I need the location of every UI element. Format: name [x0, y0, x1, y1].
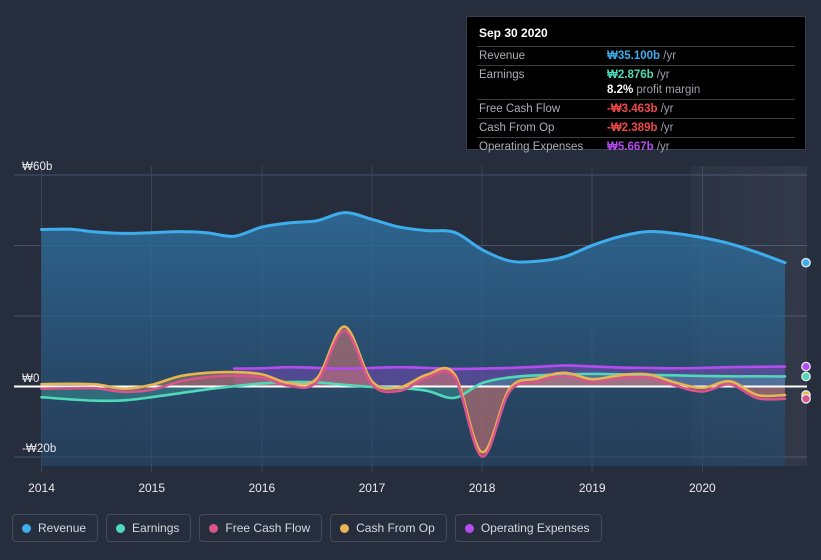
endpoint-marker-free-cash-flow[interactable]	[802, 395, 810, 403]
tooltip-metric-label: Cash From Op	[477, 119, 605, 138]
x-axis-tick-label: 2020	[689, 481, 716, 495]
y-axis-tick-label: -₩20b	[22, 443, 56, 455]
tooltip-metric-value: -₩2.389b /yr	[605, 119, 795, 138]
legend-item-earnings[interactable]: Earnings	[106, 514, 191, 542]
legend-item-revenue[interactable]: Revenue	[12, 514, 98, 542]
legend-color-dot-icon	[116, 524, 125, 533]
y-axis-tick-label: ₩60b	[22, 161, 52, 173]
tooltip-metric-label: Operating Expenses	[477, 138, 605, 157]
tooltip-amount: ₩2.876b	[607, 69, 654, 81]
series-areas	[42, 213, 785, 486]
data-tooltip: Sep 30 2020 Revenue₩35.100b /yrEarnings₩…	[466, 16, 806, 150]
tooltip-metric-label: Earnings	[477, 66, 605, 85]
chart-legend[interactable]: Revenue Earnings Free Cash Flow Cash From O…	[12, 514, 602, 542]
legend-item-operating-expenses[interactable]: Operating Expenses	[455, 514, 602, 542]
endpoint-marker-earnings[interactable]	[802, 372, 810, 380]
tooltip-metric-value: ₩5.667b /yr	[605, 138, 795, 157]
tooltip-row: Free Cash Flow-₩3.463b /yr	[477, 100, 795, 119]
tooltip-unit: /yr	[658, 122, 674, 134]
x-axis-tick-label: 2015	[138, 481, 165, 495]
tooltip-spacer	[477, 84, 605, 100]
chart-page: ₩60b ₩0 -₩20b 2014 2015 2016 2017 2018 2019 2020…	[0, 0, 821, 560]
tooltip-row: Cash From Op-₩2.389b /yr	[477, 119, 795, 138]
x-axis-tick-label: 2017	[359, 481, 386, 495]
legend-label: Operating Expenses	[481, 521, 590, 535]
legend-color-dot-icon	[340, 524, 349, 533]
endpoint-marker-operating-expenses[interactable]	[802, 362, 810, 370]
tooltip-amount: ₩35.100b	[607, 50, 660, 62]
tooltip-metric-label: Revenue	[477, 47, 605, 66]
legend-label: Revenue	[38, 521, 86, 535]
legend-item-free-cash-flow[interactable]: Free Cash Flow	[199, 514, 322, 542]
x-axis-tick-label: 2018	[469, 481, 496, 495]
profit-margin-percent: 8.2%	[607, 84, 633, 96]
x-axis-tick-label: 2016	[248, 481, 275, 495]
tooltip-unit: /yr	[654, 69, 670, 81]
tooltip-row: Operating Expenses₩5.667b /yr	[477, 138, 795, 157]
tooltip-metric-value: -₩3.463b /yr	[605, 100, 795, 119]
tooltip-amount: ₩5.667b	[607, 141, 654, 153]
tooltip-amount: -₩2.389b	[607, 122, 658, 134]
tooltip-unit: /yr	[654, 141, 670, 153]
y-axis-tick-label: ₩0	[22, 373, 39, 385]
legend-label: Earnings	[132, 521, 179, 535]
tooltip-unit: /yr	[658, 103, 674, 115]
legend-item-cash-from-op[interactable]: Cash From Op	[330, 514, 447, 542]
legend-color-dot-icon	[465, 524, 474, 533]
endpoint-marker-revenue[interactable]	[802, 259, 810, 267]
tooltip-profit-margin-row: 8.2% profit margin	[477, 84, 795, 100]
tooltip-metric-value: ₩35.100b /yr	[605, 47, 795, 66]
tooltip-date: Sep 30 2020	[477, 25, 795, 46]
profit-margin-caption: profit margin	[633, 84, 700, 96]
tooltip-unit: /yr	[660, 50, 676, 62]
legend-color-dot-icon	[209, 524, 218, 533]
x-axis-tick-label: 2014	[28, 481, 55, 495]
tooltip-amount: -₩3.463b	[607, 103, 658, 115]
tooltip-row: Earnings₩2.876b /yr	[477, 66, 795, 85]
tooltip-metric-value: ₩2.876b /yr	[605, 66, 795, 85]
tooltip-profit-margin: 8.2% profit margin	[605, 84, 795, 100]
tooltip-row: Revenue₩35.100b /yr	[477, 47, 795, 66]
legend-color-dot-icon	[22, 524, 31, 533]
tooltip-table: Revenue₩35.100b /yrEarnings₩2.876b /yr8.…	[477, 46, 795, 156]
legend-label: Free Cash Flow	[225, 521, 310, 535]
x-axis-tick-label: 2019	[579, 481, 606, 495]
tooltip-metric-label: Free Cash Flow	[477, 100, 605, 119]
legend-label: Cash From Op	[356, 521, 435, 535]
